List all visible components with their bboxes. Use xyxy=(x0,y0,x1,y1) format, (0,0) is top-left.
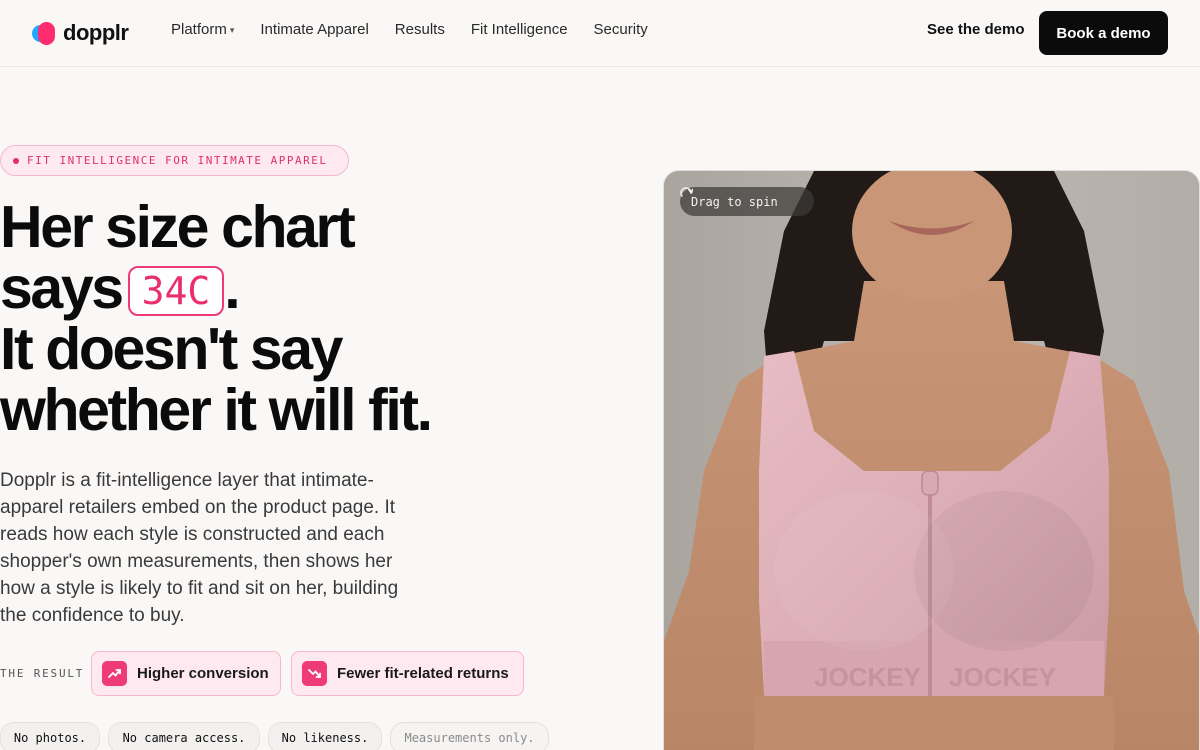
garment-brand-text: JOCKEY xyxy=(814,662,921,692)
product-3d-viewer[interactable]: JOCKEY JOCKEY Drag to spin xyxy=(663,170,1200,750)
nav-links: Platform ▾ Intimate Apparel Results Fit I… xyxy=(171,21,648,38)
hero-headline: Her size chart says 34C. It doesn't say w… xyxy=(0,197,600,441)
nav-item-platform[interactable]: Platform ▾ xyxy=(171,21,234,38)
nav-item-label: Platform xyxy=(171,21,227,38)
dot-icon xyxy=(13,157,19,164)
nav-item-results[interactable]: Results xyxy=(395,21,445,38)
see-demo-link[interactable]: See the demo xyxy=(927,21,1025,38)
drag-to-spin-label: Drag to spin xyxy=(691,194,778,209)
eyebrow-text: FIT INTELLIGENCE FOR INTIMATE APPAREL xyxy=(27,154,328,167)
logo-text: dopplr xyxy=(63,20,129,45)
result-chip-label: Higher conversion xyxy=(137,665,269,682)
privacy-pill-measurements-only: Measurements only. xyxy=(390,722,549,750)
book-demo-button[interactable]: Book a demo xyxy=(1039,11,1168,55)
drag-to-spin-control[interactable]: Drag to spin xyxy=(680,187,814,216)
headline-line-2: says 34C. xyxy=(0,258,600,319)
privacy-pill-no-likeness: No likeness. xyxy=(268,722,382,750)
nav-item-intimate-apparel[interactable]: Intimate Apparel xyxy=(260,21,368,38)
garment-brand-text: JOCKEY xyxy=(949,662,1056,692)
privacy-pill-no-camera: No camera access. xyxy=(108,722,260,750)
nav-item-security[interactable]: Security xyxy=(594,21,648,38)
logo-mark-icon xyxy=(32,21,55,45)
headline-line-1: Her size chart xyxy=(0,194,356,260)
headline-line-4: whether it will fit. xyxy=(0,377,433,443)
rotate-icon xyxy=(680,187,693,197)
headline-period: . xyxy=(224,255,240,321)
hero-description: Dopplr is a fit-intelligence layer that … xyxy=(0,470,399,626)
chevron-down-icon: ▾ xyxy=(229,25,235,35)
size-badge: 34C xyxy=(127,266,225,316)
privacy-pill-no-photos: No photos. xyxy=(0,722,100,750)
result-chip-label: Fewer fit-related returns xyxy=(337,665,509,682)
headline-line-3: It doesn't say xyxy=(0,316,343,382)
result-chip-returns: Fewer fit-related returns xyxy=(291,651,524,696)
trending-up-icon xyxy=(102,661,127,686)
headline-says: says xyxy=(0,255,124,321)
result-chip-conversion: Higher conversion xyxy=(91,651,281,696)
model-image: JOCKEY JOCKEY xyxy=(664,171,1199,750)
trending-down-icon xyxy=(302,661,327,686)
nav-item-fit-intelligence[interactable]: Fit Intelligence xyxy=(471,21,568,38)
eyebrow-badge: FIT INTELLIGENCE FOR INTIMATE APPAREL xyxy=(0,145,349,176)
result-label: THE RESULT xyxy=(0,667,85,680)
top-nav: dopplr Platform ▾ Intimate Apparel Result… xyxy=(0,0,1200,67)
logo[interactable]: dopplr xyxy=(32,19,129,47)
